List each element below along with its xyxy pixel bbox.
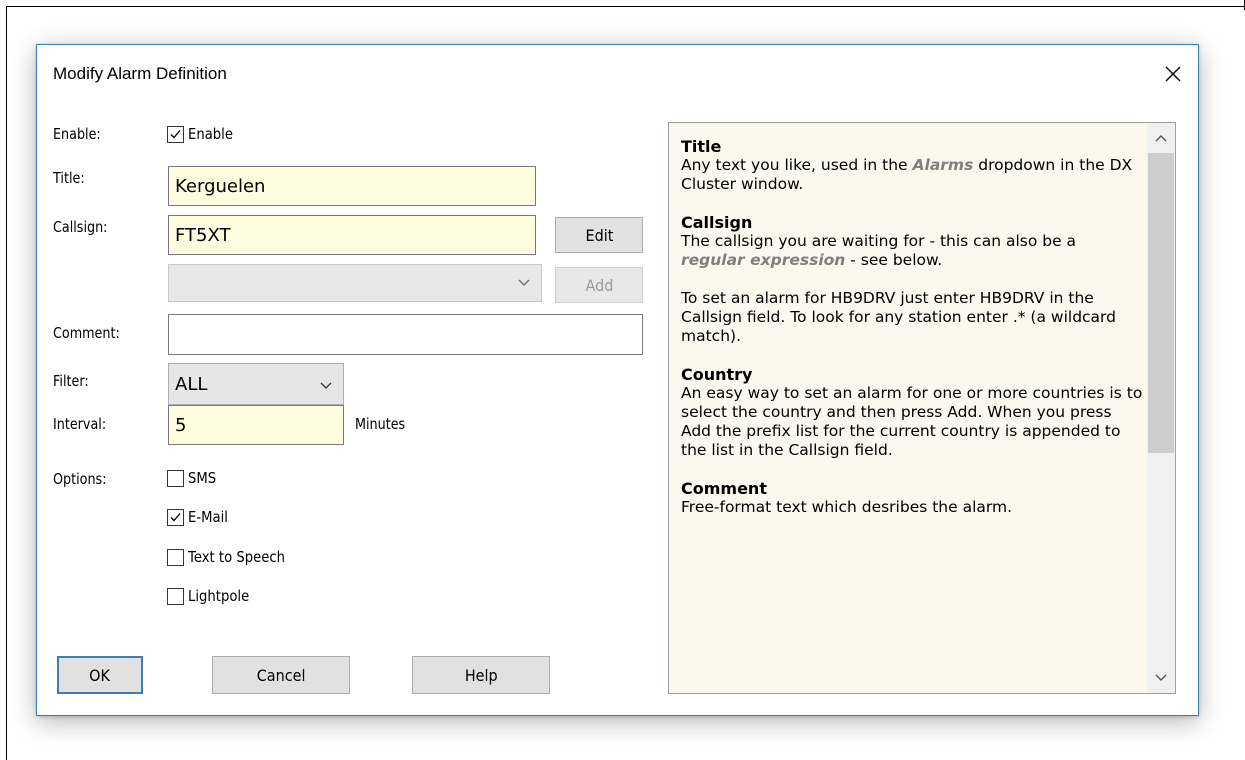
help-text: An easy way to set an alarm for one or m… [681, 384, 1143, 459]
help-content: Title Any text you like, used in the Ala… [681, 137, 1143, 536]
chevron-down-icon [518, 279, 530, 286]
help-section-country: Country An easy way to set an alarm for … [681, 365, 1143, 460]
add-button-label: Add [585, 275, 613, 295]
lightpole-check-box[interactable] [167, 587, 184, 605]
filter-select-value: ALL [175, 373, 208, 395]
enable-checkbox-label: Enable [188, 125, 233, 143]
interval-label: Interval: [53, 415, 107, 433]
cancel-button[interactable]: Cancel [212, 656, 350, 694]
title-bar: Modify Alarm Definition [37, 45, 1198, 105]
modify-alarm-dialog: Modify Alarm Definition Enable: Enable T… [36, 44, 1199, 716]
option-text-to-speech[interactable]: Text to Speech [167, 548, 298, 566]
sms-check-box[interactable] [167, 469, 184, 487]
text-to-speech-check-box[interactable] [167, 548, 184, 566]
comment-label: Comment: [53, 324, 120, 342]
option-lightpole[interactable]: Lightpole [167, 587, 258, 605]
help-section-title: Title Any text you like, used in the Ala… [681, 137, 1143, 194]
help-heading: Comment [681, 479, 767, 498]
callsign-label: Callsign: [53, 218, 108, 236]
help-section-comment: Comment Free-format text which desribes … [681, 479, 1143, 517]
help-text: The callsign you are waiting for - this … [681, 232, 1143, 270]
enable-checkbox[interactable]: Enable [167, 125, 239, 143]
chevron-down-icon [1155, 674, 1167, 681]
chevron-up-icon [1155, 135, 1167, 142]
interval-unit: Minutes [355, 415, 406, 433]
help-heading: Title [681, 137, 722, 156]
help-text-part: - see below. [845, 251, 943, 269]
regular-expression-link[interactable]: regular expression [681, 251, 845, 269]
edit-button-label: Edit [585, 225, 613, 245]
help-text-part: Any text you like, used in the [681, 156, 913, 174]
help-heading: Country [681, 365, 753, 384]
dialog-title: Modify Alarm Definition [53, 64, 227, 83]
add-button[interactable]: Add [555, 267, 643, 303]
option-label: Text to Speech [188, 548, 285, 566]
filter-label: Filter: [53, 372, 89, 390]
help-heading: Callsign [681, 213, 753, 232]
cancel-button-label: Cancel [256, 665, 306, 685]
option-label: SMS [188, 469, 217, 487]
option-label: Lightpole [188, 587, 250, 605]
scroll-down-button[interactable] [1147, 665, 1175, 691]
filter-select[interactable]: ALL [168, 363, 344, 405]
help-section-callsign: Callsign The callsign you are waiting fo… [681, 213, 1143, 346]
callsign-field[interactable]: FT5XT [168, 215, 536, 255]
ok-button[interactable]: OK [57, 656, 143, 694]
frame-line [6, 6, 1245, 7]
enable-label: Enable: [53, 125, 101, 143]
help-text-part: The callsign you are waiting for - this … [681, 232, 1077, 250]
alarms-link[interactable]: Alarms [913, 156, 974, 174]
title-field[interactable]: Kerguelen [168, 166, 536, 206]
scroll-up-button[interactable] [1147, 125, 1175, 151]
scroll-thumb[interactable] [1148, 153, 1174, 453]
country-select[interactable] [168, 264, 542, 302]
option-sms[interactable]: SMS [167, 469, 220, 487]
close-button[interactable] [1158, 59, 1188, 89]
enable-check-box[interactable] [167, 125, 184, 143]
option-label: E-Mail [188, 508, 228, 526]
checkmark-icon [170, 512, 181, 521]
comment-field[interactable] [168, 314, 643, 355]
help-scrollbar[interactable] [1147, 123, 1175, 693]
email-check-box[interactable] [167, 508, 184, 526]
help-text: Free-format text which desribes the alar… [681, 498, 1013, 516]
close-icon [1165, 66, 1181, 82]
frame-line [6, 6, 7, 760]
option-email[interactable]: E-Mail [167, 508, 233, 526]
interval-field[interactable]: 5 [168, 405, 344, 445]
help-text: Any text you like, used in the Alarms dr… [681, 156, 1143, 194]
help-button-label: Help [464, 665, 498, 685]
ok-button-label: OK [89, 665, 111, 685]
title-label: Title: [53, 169, 85, 187]
options-label: Options: [53, 470, 107, 488]
chevron-down-icon [320, 382, 332, 389]
edit-button[interactable]: Edit [555, 217, 643, 253]
checkmark-icon [170, 129, 181, 138]
help-button[interactable]: Help [412, 656, 550, 694]
help-panel[interactable]: Title Any text you like, used in the Ala… [668, 122, 1176, 694]
help-text: To set an alarm for HB9DRV just enter HB… [681, 289, 1116, 345]
